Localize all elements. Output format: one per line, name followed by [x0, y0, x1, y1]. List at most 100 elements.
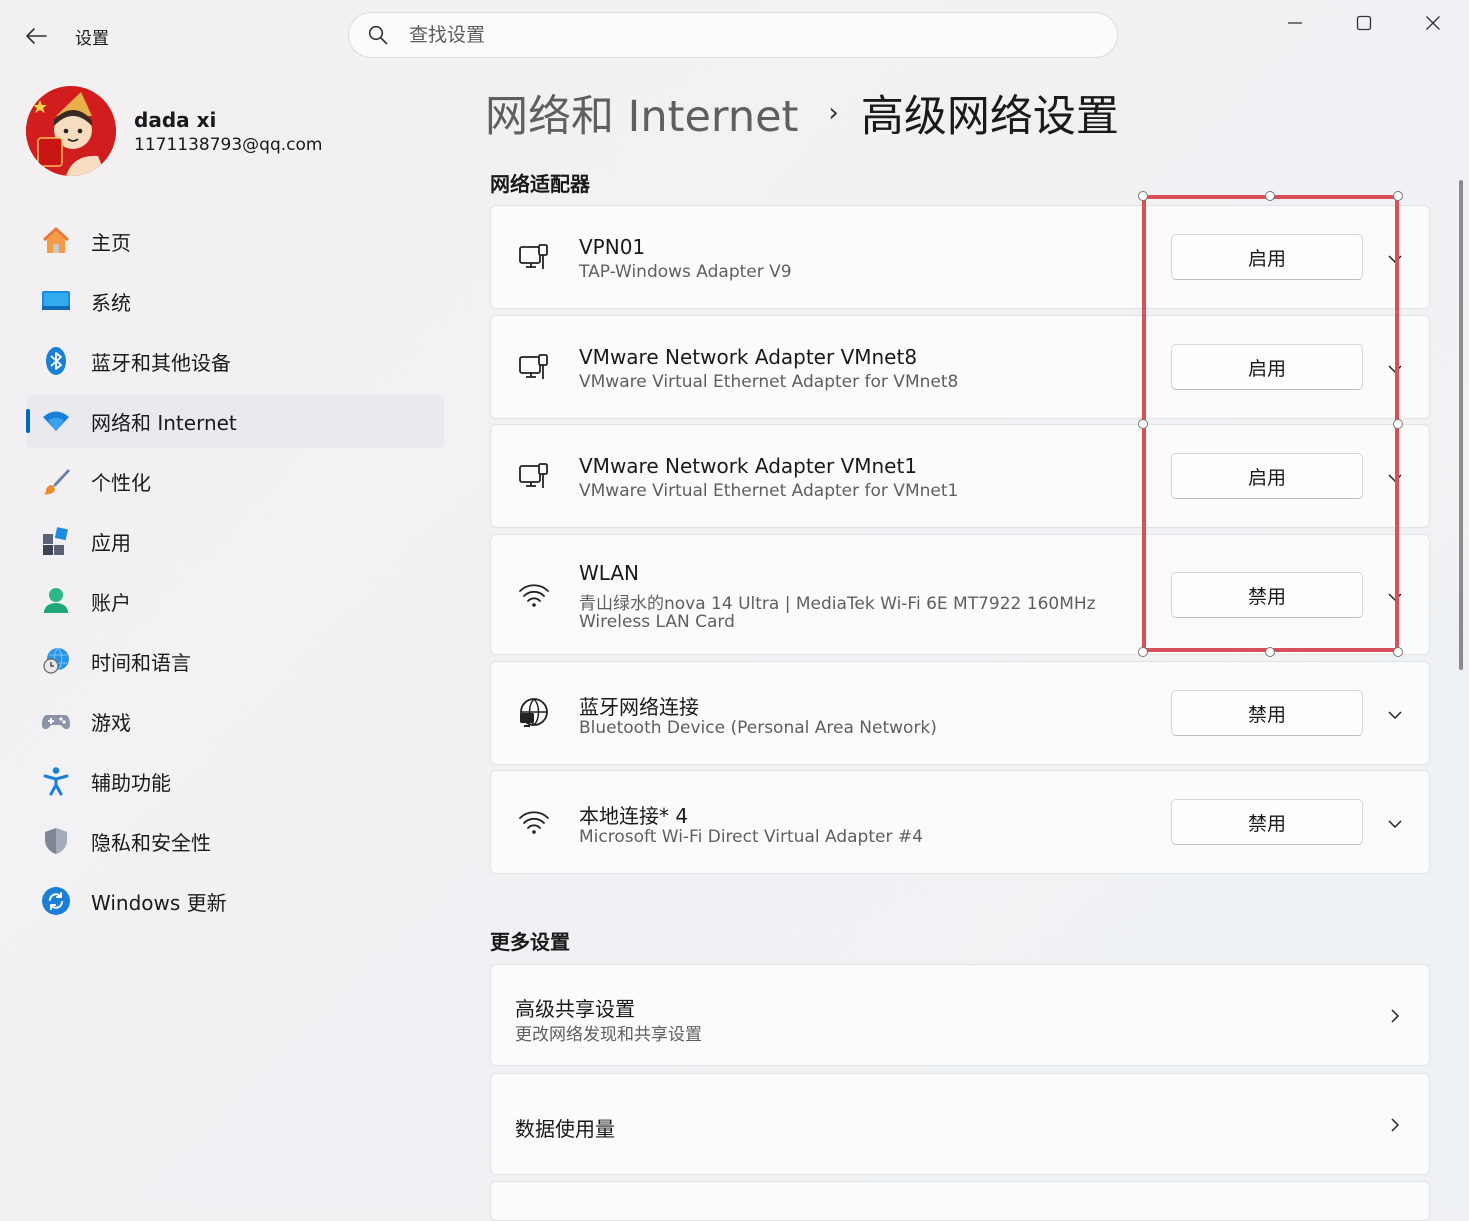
app-title: 设置: [75, 29, 109, 49]
sidebar-item-label: 主页: [91, 230, 131, 255]
sidebar-item-personalization[interactable]: 个性化: [26, 454, 444, 508]
wifi-icon: [517, 578, 551, 612]
resize-handle[interactable]: [1138, 191, 1148, 201]
sidebar-item-label: 个性化: [91, 470, 151, 495]
resize-handle[interactable]: [1265, 647, 1275, 657]
adapter-description: Microsoft Wi-Fi Direct Virtual Adapter #…: [579, 827, 923, 847]
chevron-down-icon[interactable]: [1384, 467, 1406, 489]
chevron-down-icon[interactable]: [1384, 358, 1406, 380]
resize-handle[interactable]: [1138, 419, 1148, 429]
chevron-right-icon: [1384, 1114, 1406, 1136]
avatar[interactable]: [26, 86, 116, 176]
sidebar-item-label: Windows 更新: [91, 890, 227, 915]
enable-button[interactable]: 启用: [1171, 234, 1363, 280]
minimize-icon: [1288, 22, 1302, 24]
ethernet-icon: [517, 240, 551, 274]
adapter-description: TAP-Windows Adapter V9: [579, 262, 792, 282]
chevron-down-icon[interactable]: [1384, 813, 1406, 835]
sidebar-item-label: 游戏: [91, 710, 131, 735]
chevron-down-icon[interactable]: [1384, 704, 1406, 726]
link-description: 更改网络发现和共享设置: [515, 1025, 702, 1045]
search-input[interactable]: [407, 23, 1061, 47]
adapter-description: Bluetooth Device (Personal Area Network): [579, 718, 937, 738]
ethernet-icon: [517, 350, 551, 384]
enable-button[interactable]: 启用: [1171, 344, 1363, 390]
adapter-description: VMware Virtual Ethernet Adapter for VMne…: [579, 372, 959, 392]
partially-visible-card[interactable]: [490, 1181, 1430, 1221]
maximize-button[interactable]: [1341, 8, 1387, 38]
sidebar-item-apps[interactable]: 应用: [26, 514, 444, 568]
sidebar-item-bluetooth[interactable]: 蓝牙和其他设备: [26, 334, 444, 388]
sidebar-item-label: 网络和 Internet: [91, 410, 237, 435]
resize-handle[interactable]: [1393, 419, 1403, 429]
accessibility-icon: [40, 765, 72, 797]
sidebar-item-label: 时间和语言: [91, 650, 191, 675]
sidebar-item-gaming[interactable]: 游戏: [26, 694, 444, 748]
link-title: 高级共享设置: [515, 997, 635, 1021]
sidebar-item-home[interactable]: 主页: [26, 214, 444, 268]
adapter-card-vmnet1[interactable]: VMware Network Adapter VMnet1 VMware Vir…: [490, 424, 1430, 528]
section-title-more-settings: 更多设置: [490, 930, 570, 954]
sidebar-item-label: 系统: [91, 290, 131, 315]
sidebar-item-privacy[interactable]: 隐私和安全性: [26, 814, 444, 868]
sidebar-item-time-language[interactable]: 时间和语言: [26, 634, 444, 688]
user-name: dada xi: [134, 108, 217, 132]
chevron-down-icon[interactable]: [1384, 586, 1406, 608]
enable-button[interactable]: 启用: [1171, 453, 1363, 499]
adapter-card-vmnet8[interactable]: VMware Network Adapter VMnet8 VMware Vir…: [490, 315, 1430, 419]
adapter-name: WLAN: [579, 561, 640, 585]
gamepad-icon: [40, 705, 72, 737]
user-email: 1171138793@qq.com: [134, 135, 323, 155]
resize-handle[interactable]: [1393, 647, 1403, 657]
sidebar-item-windows-update[interactable]: Windows 更新: [26, 874, 444, 928]
adapter-card-local-connection-4[interactable]: 本地连接* 4 Microsoft Wi-Fi Direct Virtual A…: [490, 770, 1430, 874]
ethernet-icon: [517, 459, 551, 493]
apps-icon: [40, 525, 72, 557]
breadcrumb-parent-link[interactable]: 网络和 Internet: [485, 82, 798, 144]
page-title: 高级网络设置: [860, 92, 1119, 142]
sidebar-item-accounts[interactable]: 账户: [26, 574, 444, 628]
sidebar-nav: 主页 系统 蓝牙和其他设备 网络和 Internet 个性化 应用 账户 时间和…: [26, 214, 444, 934]
wifi-icon: [40, 405, 72, 437]
avatar-image: [26, 86, 116, 176]
account-icon: [40, 585, 72, 617]
resize-handle[interactable]: [1138, 647, 1148, 657]
advanced-sharing-settings-link[interactable]: 高级共享设置 更改网络发现和共享设置: [490, 964, 1430, 1066]
adapter-description: 青山绿水的nova 14 Ultra | MediaTek Wi-Fi 6E M…: [579, 594, 1096, 614]
sidebar-item-label: 应用: [91, 530, 131, 555]
adapter-card-wlan[interactable]: WLAN 青山绿水的nova 14 Ultra | MediaTek Wi-Fi…: [490, 534, 1430, 655]
data-usage-link[interactable]: 数据使用量: [490, 1073, 1430, 1175]
adapter-name: VMware Network Adapter VMnet1: [579, 454, 918, 478]
globe-clock-icon: [40, 645, 72, 677]
sidebar-item-network[interactable]: 网络和 Internet: [26, 394, 444, 448]
brush-icon: [40, 465, 72, 497]
link-title: 数据使用量: [515, 1117, 615, 1141]
search-icon: [367, 24, 389, 46]
sidebar-item-label: 隐私和安全性: [91, 830, 211, 855]
adapter-card-bluetooth-network[interactable]: 蓝牙网络连接 Bluetooth Device (Personal Area N…: [490, 661, 1430, 765]
resize-handle[interactable]: [1393, 191, 1403, 201]
chevron-down-icon[interactable]: [1384, 248, 1406, 270]
system-icon: [40, 285, 72, 317]
sidebar-item-label: 辅助功能: [91, 770, 171, 795]
sidebar-item-label: 账户: [91, 590, 131, 615]
home-icon: [40, 225, 72, 257]
sidebar-item-system[interactable]: 系统: [26, 274, 444, 328]
disable-button[interactable]: 禁用: [1171, 572, 1363, 618]
adapter-card-vpn01[interactable]: VPN01 TAP-Windows Adapter V9 启用: [490, 205, 1430, 309]
resize-handle[interactable]: [1265, 191, 1275, 201]
breadcrumb: 网络和 Internet › 高级网络设置: [485, 82, 1119, 144]
disable-button[interactable]: 禁用: [1171, 690, 1363, 736]
adapter-name: VPN01: [579, 235, 646, 259]
back-button[interactable]: [22, 22, 50, 50]
scrollbar-thumb[interactable]: [1459, 180, 1463, 670]
back-arrow-icon: [26, 28, 47, 44]
search-box[interactable]: [348, 12, 1118, 58]
sidebar-item-accessibility[interactable]: 辅助功能: [26, 754, 444, 808]
adapter-description: VMware Virtual Ethernet Adapter for VMne…: [579, 481, 959, 501]
close-button[interactable]: [1410, 8, 1456, 38]
minimize-button[interactable]: [1272, 8, 1318, 38]
shield-icon: [40, 825, 72, 857]
maximize-icon: [1356, 15, 1372, 31]
disable-button[interactable]: 禁用: [1171, 799, 1363, 845]
